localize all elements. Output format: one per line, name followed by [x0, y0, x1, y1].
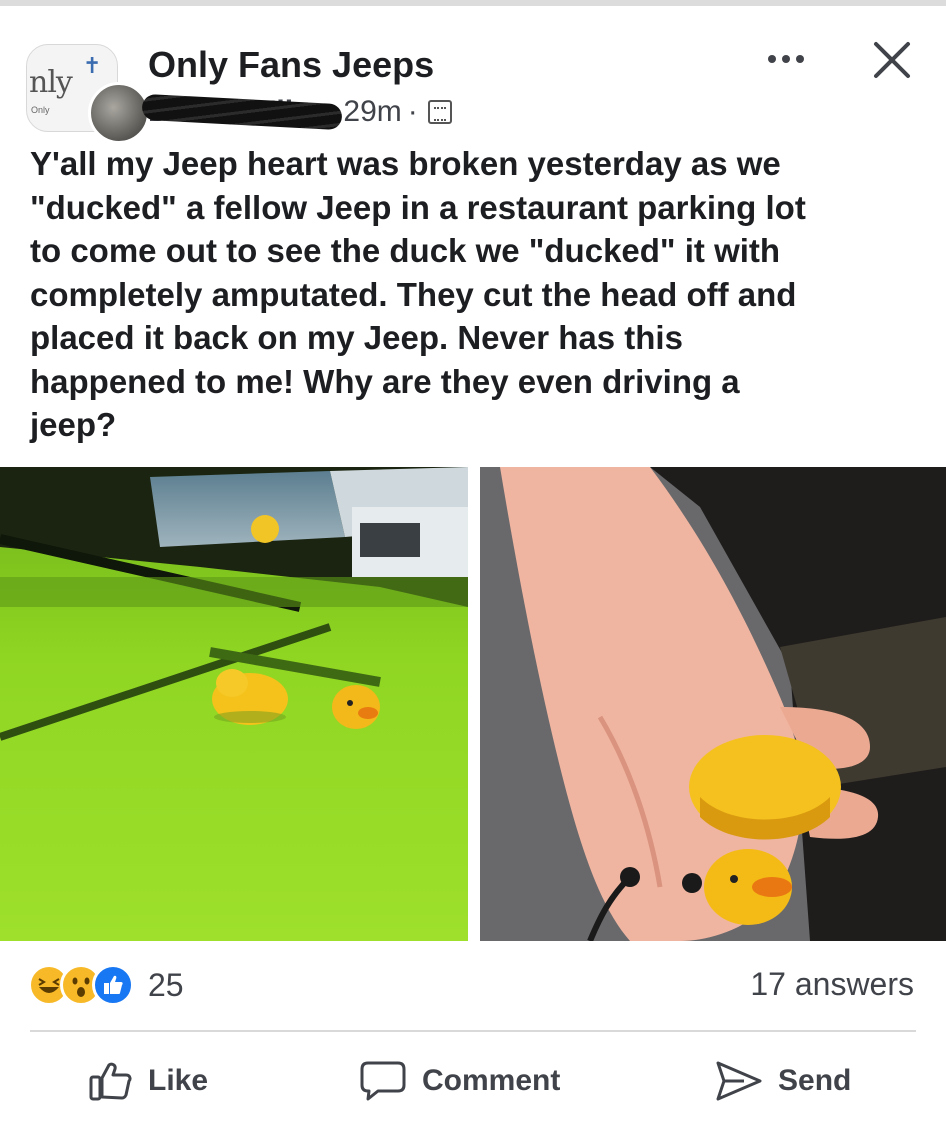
avatar-group[interactable]: nly ✝ Only [26, 44, 150, 144]
top-edge [0, 0, 946, 6]
comment-icon [360, 1061, 406, 1101]
answers-count[interactable]: 17 answers [750, 966, 914, 1003]
post-meta: Debbie Eller · 29m · [141, 92, 452, 132]
like-icon [92, 964, 134, 1006]
like-button[interactable]: Like [88, 1056, 208, 1106]
group-avatar-small-text: Only [31, 105, 50, 115]
group-avatar-text: nly [29, 65, 73, 100]
post-text: Y'all my Jeep heart was broken yesterday… [30, 145, 806, 443]
audience-icon [427, 100, 452, 124]
photo-duck-in-hand[interactable] [480, 467, 946, 941]
like-label: Like [148, 1064, 209, 1097]
comment-label: Comment [422, 1064, 561, 1097]
author-name[interactable]: Debbie Eller [141, 93, 343, 131]
reactions-summary[interactable]: 25 [28, 962, 184, 1008]
cross-icon: ✝ [83, 53, 102, 78]
post-time[interactable]: 29m [343, 95, 401, 129]
photo-duck-on-jeep-hood[interactable] [0, 467, 468, 941]
group-name[interactable]: Only Fans Jeeps [148, 44, 434, 86]
more-options-icon[interactable] [758, 44, 814, 74]
meta-separator: · [407, 95, 418, 128]
user-avatar[interactable] [88, 82, 150, 144]
divider [30, 1030, 916, 1032]
reaction-count: 25 [148, 966, 184, 1003]
thumbs-up-icon [89, 1062, 132, 1101]
send-icon [716, 1061, 762, 1101]
send-button[interactable]: Send [714, 1056, 851, 1106]
comment-button[interactable]: Comment [358, 1056, 560, 1106]
close-icon[interactable] [868, 36, 916, 84]
send-label: Send [778, 1064, 852, 1097]
